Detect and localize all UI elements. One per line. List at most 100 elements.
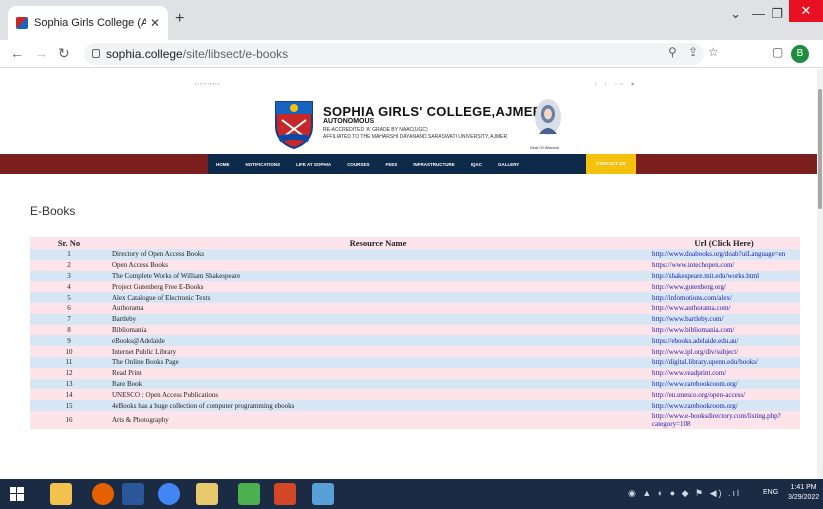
browser-tab[interactable]: Sophia Girls College (Autonomo ✕ <box>8 6 168 40</box>
media-app-icon[interactable] <box>312 483 334 505</box>
bookmark-star-icon[interactable]: ☆ <box>708 45 719 59</box>
row-no: 12 <box>30 367 108 379</box>
row-url-link[interactable]: http://www.authorama.com/ <box>648 302 800 314</box>
clock-time: 1:41 PM <box>790 484 817 491</box>
profile-avatar[interactable]: B <box>791 45 809 63</box>
row-name: Authorama <box>108 302 648 314</box>
row-name: Alex Catalogue of Electronic Texts <box>108 292 648 303</box>
nav-notifications[interactable]: NOTIFICATIONS <box>246 162 281 167</box>
table-row: 11 The Online Books Page http://digital.li… <box>30 356 800 368</box>
table-row: 2 Open Access Books https://www.intechopen… <box>30 259 800 271</box>
row-no: 14 <box>30 389 108 401</box>
reload-icon[interactable]: ↻ <box>58 45 70 62</box>
table-row: 8 Bibliomania http://www.bibliomania.com/ <box>30 324 800 336</box>
row-url-link[interactable]: https://ebooks.adelaide.edu.au/ <box>648 335 800 347</box>
row-url-link[interactable]: http://www.readprint.com/ <box>648 367 800 379</box>
system-tray-icons[interactable]: ◉ ▲ ◐ ● ◆ ⚑ ◀) .ıl <box>628 488 741 499</box>
row-url-link[interactable]: http://www.rarebookroom.org/ <box>648 378 800 390</box>
row-url-link[interactable]: http://www.gutenberg.org/ <box>648 281 800 293</box>
table-header-row: Sr. No Resource Name Url (Click Here) <box>30 237 800 249</box>
clock-date: 3/29/2022 <box>788 494 820 501</box>
nav-infrastructure[interactable]: INFRASTRUCTURE <box>413 162 455 167</box>
row-no: 8 <box>30 324 108 336</box>
zoom-icon[interactable]: ⚲ <box>668 45 677 59</box>
row-name: eBooks@Adelaide <box>108 335 648 347</box>
row-no: 7 <box>30 313 108 325</box>
taskbar-clock[interactable]: 1:41 PM 3/29/2022 <box>788 483 819 503</box>
table-row: 12 Read Print http://www.readprint.com/ <box>30 367 800 379</box>
row-url-link[interactable]: http://www.ipl.org/div/subject/ <box>648 346 800 357</box>
row-no: 5 <box>30 292 108 303</box>
row-no: 15 <box>30 400 108 411</box>
header-sr-no: Sr. No <box>30 237 108 249</box>
language-indicator[interactable]: ENG <box>763 489 778 496</box>
row-url-link[interactable]: https://www.intechopen.com/ <box>648 259 800 271</box>
address-bar[interactable]: sophia.college/site/libsect/e-books <box>84 43 704 65</box>
header-resource-name: Resource Name <box>108 237 648 249</box>
college-accreditation: RE-ACCREDITED 'A' GRADE BY NAAC(UGC) <box>323 127 428 133</box>
share-icon[interactable]: ⇪ <box>688 45 698 59</box>
main-nav: HOME NOTIFICATIONS LIFE AT SOPHIA COURSE… <box>0 154 823 174</box>
close-tab-icon[interactable]: ✕ <box>150 16 160 30</box>
row-name: Internet Public Library <box>108 346 648 357</box>
row-name: Read Print <box>108 367 648 379</box>
table-row: 1 Directory of Open Access Books http://ww… <box>30 249 800 260</box>
chrome-icon[interactable] <box>158 483 180 505</box>
row-url-link[interactable]: http://www.rarebookroom.org/ <box>648 400 800 411</box>
tab-title: Sophia Girls College (Autonomo <box>34 17 146 29</box>
word-icon[interactable] <box>122 483 144 505</box>
nav-courses[interactable]: COURSES <box>347 162 369 167</box>
tab-search-icon[interactable]: ⌄ <box>730 6 741 22</box>
row-name: Arts & Photography <box>108 410 648 429</box>
file-explorer-icon[interactable] <box>50 483 72 505</box>
row-url-link[interactable]: http://shakespeare.mit.edu/works.html <box>648 270 800 282</box>
table-row: 6 Authorama http://www.authorama.com/ <box>30 302 800 314</box>
row-url-link[interactable]: http://www.bibliomania.com/ <box>648 324 800 336</box>
row-name: Open Access Books <box>108 259 648 271</box>
firefox-icon[interactable] <box>92 483 114 505</box>
folder-icon[interactable] <box>196 483 218 505</box>
windows-start-icon[interactable] <box>10 487 24 501</box>
row-no: 3 <box>30 270 108 282</box>
sidebar-icon[interactable]: ▢ <box>772 45 783 59</box>
row-url-link[interactable]: http://infomotions.com/alex/ <box>648 292 800 303</box>
browser-titlebar: Sophia Girls College (Autonomo ✕ + ⌄ — ❐… <box>0 0 823 40</box>
back-icon[interactable]: ← <box>10 45 24 61</box>
maximize-icon[interactable]: ❐ <box>771 6 783 22</box>
forward-icon[interactable]: → <box>34 45 48 61</box>
row-url-link[interactable]: http://en.unesco.org/open-access/ <box>648 389 800 401</box>
row-no: 13 <box>30 378 108 390</box>
table-row: 7 Bartleby http://www.bartleby.com/ <box>30 313 800 325</box>
nav-iqac[interactable]: IQAC <box>471 162 482 167</box>
site-favicon-icon <box>16 17 28 29</box>
nav-fees[interactable]: FEES <box>385 162 397 167</box>
powerpoint-icon[interactable] <box>274 483 296 505</box>
minimize-icon[interactable]: — <box>752 6 765 21</box>
row-no: 2 <box>30 259 108 271</box>
row-no: 11 <box>30 356 108 368</box>
close-window-icon[interactable]: ✕ <box>789 0 823 22</box>
row-url-link[interactable]: http://www.e-booksdirectory.com/listing.… <box>648 410 800 429</box>
row-url-link[interactable]: http://www.doabooks.org/doab?uiLanguage=… <box>648 249 800 260</box>
social-icons[interactable]: f t in ▶ <box>595 81 639 86</box>
new-tab-icon[interactable]: + <box>175 10 184 28</box>
main-nav-menu: HOME NOTIFICATIONS LIFE AT SOPHIA COURSE… <box>208 154 636 174</box>
nav-contact-us[interactable]: CONTACT US <box>586 154 636 174</box>
nav-gallery[interactable]: GALLERY <box>498 162 519 167</box>
spreadsheet-icon[interactable] <box>238 483 260 505</box>
table-row: 3 The Complete Works of William Shakespea… <box>30 270 800 282</box>
web-page: ▪ ▪ ▪ ▪ ▪ ▪ ▪ ▪ ▪ ▪ f t in ▶ SOPHIA GIRL… <box>0 69 823 479</box>
seat-of-wisdom-caption: Seat Of Wisdom <box>530 145 560 150</box>
college-name: SOPHIA GIRLS' COLLEGE,AJMER <box>323 104 543 119</box>
table-row: 10 Internet Public Library http://www.ipl.… <box>30 346 800 357</box>
browser-toolbar: ← → ↻ sophia.college/site/libsect/e-book… <box>0 40 823 68</box>
nav-home[interactable]: HOME <box>216 162 230 167</box>
page-title: E-Books <box>30 204 76 218</box>
row-url-link[interactable]: http://digital.library.upenn.edu/books/ <box>648 356 800 368</box>
scrollbar-thumb[interactable] <box>818 89 822 209</box>
nav-life-at-sophia[interactable]: LIFE AT SOPHIA <box>296 162 331 167</box>
row-name: Rare Book <box>108 378 648 390</box>
table-row: 5 Alex Catalogue of Electronic Texts http:… <box>30 292 800 303</box>
page-scrollbar[interactable] <box>817 69 823 479</box>
row-url-link[interactable]: http://www.bartleby.com/ <box>648 313 800 325</box>
